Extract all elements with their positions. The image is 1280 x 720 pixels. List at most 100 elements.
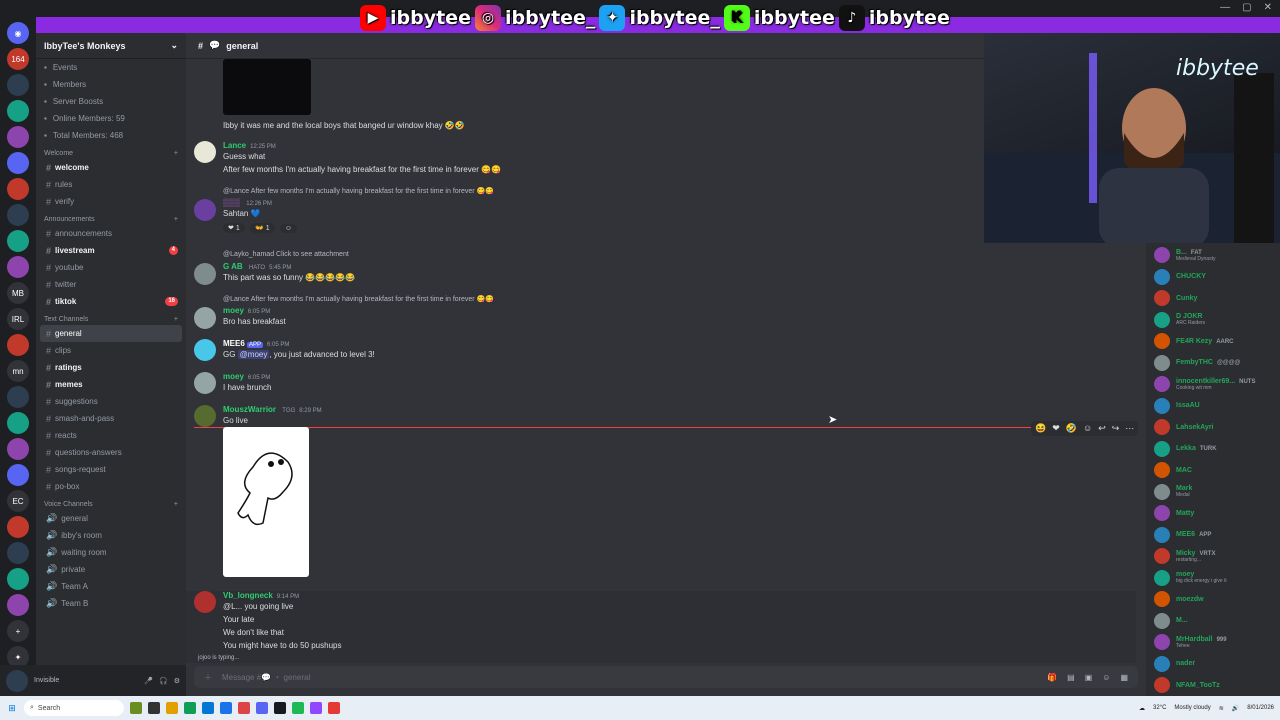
member-item[interactable]: nader (1146, 654, 1280, 674)
attachment-image[interactable] (223, 59, 311, 115)
channel-smash-and-pass[interactable]: # smash-and-pass (36, 410, 186, 427)
username[interactable]: moey (223, 372, 244, 381)
avatar[interactable] (1154, 677, 1170, 693)
avatar[interactable] (1154, 311, 1170, 328)
member-item[interactable]: D JOKR ARC Raiders (1146, 310, 1280, 330)
reaction-emoji[interactable]: 👐 1 (250, 223, 275, 233)
reaction-heart[interactable]: ❤ 1 (223, 223, 245, 233)
avatar[interactable] (194, 339, 216, 361)
headphones-icon[interactable]: 🎧 (159, 677, 168, 685)
avatar[interactable] (1154, 655, 1170, 672)
discord-icon[interactable] (256, 702, 268, 714)
member-item[interactable]: MrHardball 999 Tehee (1146, 632, 1280, 652)
channel-suggestions[interactable]: # suggestions (36, 393, 186, 410)
channel-announcements[interactable]: # announcements (36, 225, 186, 242)
username[interactable]: moey (223, 306, 244, 315)
guild-nav-item[interactable]: ▪ Online Members: 59 (36, 110, 186, 127)
reply-preview[interactable]: @Lance After few months I'm actually hav… (223, 187, 494, 195)
channel-rules[interactable]: # rules (36, 176, 186, 193)
more-icon[interactable]: ⋯ (1125, 423, 1134, 434)
channel-general[interactable]: # general (40, 325, 182, 342)
volume-icon[interactable]: 🔊 (1232, 705, 1239, 712)
avatar[interactable] (6, 669, 28, 692)
member-item[interactable]: Mark Medal (1146, 482, 1280, 502)
channel-twitter[interactable]: # twitter (36, 276, 186, 293)
emoji-react-icon[interactable]: 🤣 (1066, 423, 1077, 434)
avatar[interactable] (1154, 612, 1170, 629)
server-icon[interactable] (7, 74, 29, 96)
reply-icon[interactable]: ↩ (1098, 423, 1106, 434)
avatar[interactable] (1154, 333, 1170, 349)
member-item[interactable]: Lekka TURK (1146, 439, 1280, 459)
maximize-icon[interactable]: ▢ (1242, 2, 1251, 13)
obs-icon[interactable] (310, 702, 322, 714)
member-item[interactable]: MEE6 APP (1146, 525, 1280, 545)
guild-nav-item[interactable]: ▪ Server Boosts (36, 93, 186, 110)
guild-nav-item[interactable]: ▪ Members (36, 76, 186, 93)
server-icon[interactable] (7, 568, 29, 590)
server-icon[interactable] (7, 386, 29, 408)
heart-react-icon[interactable]: ❤ (1052, 423, 1060, 434)
server-icon[interactable]: IRL (7, 308, 29, 330)
sticker-icon[interactable]: ▣ (1085, 673, 1093, 682)
avatar[interactable] (1154, 526, 1170, 543)
member-item[interactable]: FE4R Kezy AARC (1146, 331, 1280, 351)
server-icon[interactable] (7, 204, 29, 226)
microphone-icon[interactable]: 🎤 (144, 677, 153, 685)
category-voice-channels[interactable]: Voice Channels + (36, 495, 186, 510)
server-icon[interactable]: MB (7, 282, 29, 304)
user-mention[interactable]: @moey (237, 350, 270, 359)
add-reaction-icon[interactable]: ☺ (1083, 423, 1092, 434)
username[interactable]: MEE6 (223, 339, 245, 348)
server-icon[interactable] (7, 334, 29, 356)
server-icon[interactable] (7, 438, 29, 460)
edge-icon[interactable] (202, 702, 214, 714)
server-icon[interactable] (7, 594, 29, 616)
avatar[interactable] (1154, 548, 1170, 564)
member-item[interactable]: moezdw (1146, 589, 1280, 609)
add-server-icon[interactable]: + (7, 620, 29, 642)
avatar[interactable] (194, 199, 216, 221)
guild-nav-item[interactable]: ▪ Events (36, 59, 186, 76)
gear-icon[interactable]: ⚙ (174, 677, 180, 685)
add-channel-icon[interactable]: + (174, 316, 178, 323)
avatar[interactable] (194, 307, 216, 329)
member-item[interactable]: Cunky (1146, 288, 1280, 308)
reply-preview[interactable]: @Layko_hamad Click to see attachment (223, 251, 349, 258)
avatar[interactable] (1154, 569, 1170, 586)
avatar[interactable] (1154, 376, 1170, 392)
server-icon[interactable] (7, 464, 29, 486)
avatar[interactable] (194, 405, 216, 427)
channel-team-b[interactable]: 🔊 Team B (36, 595, 186, 612)
category-announcements[interactable]: Announcements + (36, 210, 186, 225)
emoji-react-icon[interactable]: 😆 (1035, 423, 1046, 434)
minimize-icon[interactable]: — (1220, 2, 1230, 13)
channel-general[interactable]: 🔊 general (36, 510, 186, 527)
channel-waiting-room[interactable]: 🔊 waiting room (36, 544, 186, 561)
username[interactable]: MouszWarrior (223, 405, 276, 414)
avatar[interactable] (1154, 419, 1170, 435)
avatar[interactable] (194, 141, 216, 163)
avatar[interactable] (194, 263, 216, 285)
avatar[interactable] (1154, 440, 1170, 457)
member-item[interactable]: Micky VRTX restarting... (1146, 546, 1280, 566)
member-item[interactable]: moey big dick energy i give it (1146, 568, 1280, 588)
server-icon[interactable] (7, 100, 29, 122)
channel-po-box[interactable]: # po-box (36, 478, 186, 495)
add-reaction-icon[interactable]: ☺ (279, 224, 298, 233)
wifi-icon[interactable]: ≋ (1219, 705, 1224, 712)
spotify-icon[interactable] (292, 702, 304, 714)
member-item[interactable]: Matty (1146, 503, 1280, 523)
channel-verify[interactable]: # verify (36, 193, 186, 210)
avatar[interactable] (1154, 591, 1170, 607)
channel-tiktok[interactable]: # tiktok 16 (36, 293, 186, 310)
server-icon[interactable] (7, 230, 29, 252)
server-icon[interactable]: 164 (7, 48, 29, 70)
member-item[interactable]: NFAM_TooTz (1146, 675, 1280, 695)
steam-icon[interactable] (274, 702, 286, 714)
member-item[interactable]: CHUCKY (1146, 267, 1280, 287)
member-item[interactable]: MAC (1146, 460, 1280, 480)
server-icon[interactable] (7, 256, 29, 278)
member-item[interactable]: innocentkiller69... NUTS Cooking wit mm (1146, 374, 1280, 394)
avatar[interactable] (194, 372, 216, 394)
